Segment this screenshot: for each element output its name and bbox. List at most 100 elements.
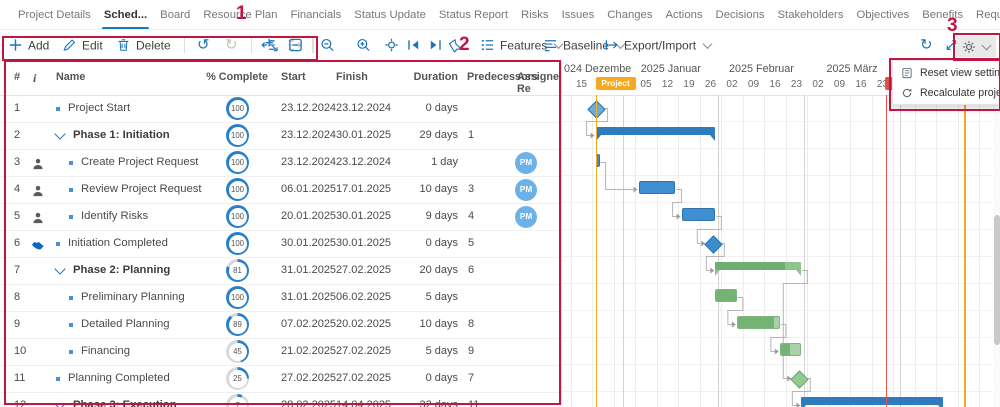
table-row[interactable]: 2 Phase 1: Initiation 100 23.12.2024 30.01.2… (0, 122, 561, 150)
summary-bar[interactable] (801, 397, 943, 407)
col-info[interactable]: i (33, 71, 36, 86)
project-start-badge: Project start (595, 77, 636, 95)
edit-label: Edit (82, 38, 103, 52)
duration: 5 days (425, 345, 458, 357)
tab-decisions[interactable]: Decisions (716, 0, 765, 29)
duration: 0 days (425, 102, 458, 114)
finish-date: 30.01.2025 (336, 237, 392, 249)
col-finish[interactable]: Finish (336, 71, 368, 83)
tab-bar: Project Details Sched... Board Resource Pla… (0, 0, 1000, 30)
edit-button[interactable]: Edit (62, 38, 103, 53)
refresh-button[interactable]: ↻ (920, 38, 933, 53)
summary-bar[interactable] (715, 262, 802, 276)
start-date: 31.01.2025 (281, 264, 337, 276)
undo-button[interactable]: ↺ (197, 38, 210, 53)
redo-button[interactable]: ↻ (225, 38, 238, 53)
finish-date: 06.02.2025 (336, 291, 392, 303)
table-row[interactable]: 8 Preliminary Planning 100 31.01.2025 06.02.… (0, 284, 561, 312)
tab-changes[interactable]: Changes (607, 0, 652, 29)
start-date: 23.12.2024 (281, 156, 337, 168)
add-button[interactable]: Add (8, 38, 49, 53)
tab-status-report[interactable]: Status Report (439, 0, 508, 29)
insert-subtask-button[interactable] (264, 38, 279, 53)
col-start[interactable]: Start (281, 71, 306, 83)
tab-sched-[interactable]: Sched... (101, 0, 150, 29)
tab-resource-plan[interactable]: Resource Plan (203, 0, 277, 29)
delete-button[interactable]: Delete (116, 38, 171, 53)
col-pct[interactable]: % Complete (198, 71, 268, 83)
task-name-label: Initiation Completed (68, 237, 168, 249)
task-progress (716, 290, 736, 301)
table-row[interactable]: 4 Review Project Request 100 06.01.2025 17.0… (0, 176, 561, 204)
task-bar[interactable] (638, 181, 676, 194)
table-row[interactable]: 12 Phase 3: Execution 7 28.02.2025 14.04.202… (0, 392, 561, 407)
resetview-icon (901, 67, 913, 79)
start-date: 31.01.2025 (281, 291, 337, 303)
task-bullet-icon (69, 214, 73, 219)
tab-benefits[interactable]: Benefits (922, 0, 963, 29)
tab-risks[interactable]: Risks (521, 0, 549, 29)
previous-timespan-button[interactable] (406, 38, 421, 53)
assigned-avatar[interactable]: PM (515, 205, 537, 228)
chevron-down-icon (702, 38, 713, 49)
plus-icon (8, 38, 23, 53)
task-bar[interactable] (715, 289, 737, 302)
table-row[interactable]: 11 Planning Completed 25 27.02.2025 27.02.20… (0, 365, 561, 393)
collapse-all-button[interactable] (288, 38, 303, 53)
table-row[interactable]: 5 Identify Risks 100 20.01.2025 30.01.2025 9 … (0, 203, 561, 231)
tab-status-update[interactable]: Status Update (354, 0, 426, 29)
menu-item-reset-view-settings[interactable]: Reset view settings (893, 63, 1000, 83)
table-row[interactable]: 10 Financing 45 21.02.2025 27.02.2025 5 days 9 (0, 338, 561, 366)
table-row[interactable]: 3 Create Project Request 100 23.12.2024 23.1… (0, 149, 561, 177)
timeline-day-tick: 12 (661, 79, 674, 90)
menu-item-recalculate-project[interactable]: Recalculate project (893, 83, 1000, 103)
table-row[interactable]: 6 Initiation Completed 100 30.01.2025 30.01.… (0, 230, 561, 258)
task-bar[interactable] (779, 343, 802, 356)
scroll-to-task-button[interactable] (448, 38, 463, 53)
export-import-dropdown[interactable]: Export/Import (604, 38, 713, 53)
next-timespan-button[interactable] (428, 38, 443, 53)
tab-project-details[interactable]: Project Details (18, 0, 91, 29)
assigned-avatar[interactable]: PM (515, 151, 537, 174)
duration: 0 days (425, 372, 458, 384)
timeline-day-tick: 16 (769, 79, 781, 90)
refresh-icon: ↻ (920, 36, 933, 54)
col-assigned[interactable]: Assigned Re (517, 71, 559, 95)
summary-bar[interactable] (595, 127, 716, 141)
tab-actions[interactable]: Actions (665, 0, 702, 29)
gear-icon (962, 40, 976, 54)
grid-header: # i Name % Complete Start Finish Duratio… (0, 60, 561, 96)
zoom-to-fit-button[interactable] (384, 38, 399, 53)
col-name[interactable]: Name (56, 71, 85, 83)
tab-issues[interactable]: Issues (562, 0, 595, 29)
zoom-in-button[interactable] (356, 38, 371, 53)
col-number[interactable]: # (14, 71, 20, 83)
col-duration[interactable]: Duration (398, 71, 458, 83)
chevron-expanded-icon[interactable] (54, 262, 66, 275)
table-row[interactable]: 9 Detailed Planning 89 07.02.2025 20.02.2025… (0, 311, 561, 339)
zoom-out-button[interactable] (320, 38, 335, 53)
info-cell (31, 230, 45, 257)
addsub-icon (264, 38, 279, 53)
row-number: 9 (14, 318, 21, 330)
tab-stakeholders[interactable]: Stakeholders (778, 0, 844, 29)
settings-gear-button[interactable] (956, 36, 996, 57)
zoomout-icon (320, 38, 335, 53)
task-bar[interactable] (681, 208, 716, 221)
dependency-arrow-icon (590, 132, 595, 139)
percent-complete-ring: 100 (226, 151, 249, 174)
chevron-expanded-icon[interactable] (54, 397, 66, 407)
tab-board[interactable]: Board (160, 0, 190, 29)
pencil-icon (62, 38, 77, 53)
table-row[interactable]: 1 Project Start 100 23.12.2024 23.12.2024 0 d… (0, 95, 561, 123)
assigned-avatar[interactable]: PM (515, 178, 537, 201)
tab-financials[interactable]: Financials (290, 0, 341, 29)
gantt-chart: 024 Dezembe 2025 Januar 2025 Februar 2025 M… (561, 60, 1000, 407)
task-bar[interactable] (736, 316, 780, 329)
features-icon (480, 38, 495, 53)
chevron-expanded-icon[interactable] (54, 127, 66, 140)
table-row[interactable]: 7 Phase 2: Planning 81 31.01.2025 27.02.2025… (0, 257, 561, 285)
tab-objectives[interactable]: Objectives (856, 0, 909, 29)
tab-requirements[interactable]: Requirements (976, 0, 1000, 29)
predecessors: 4 (468, 210, 475, 222)
